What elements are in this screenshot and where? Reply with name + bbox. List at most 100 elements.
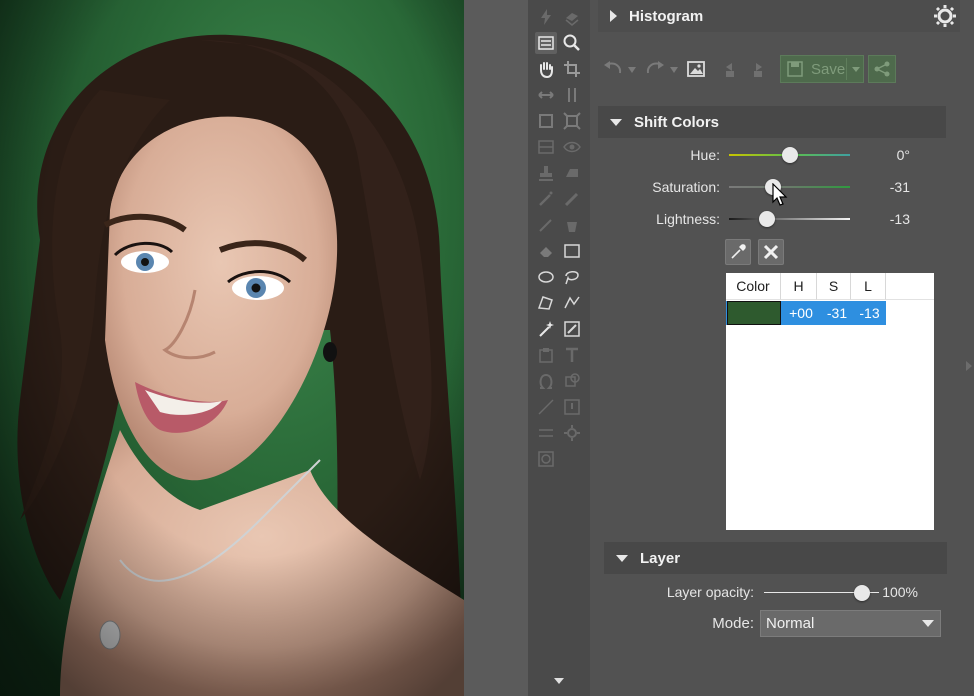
undo-icon[interactable] — [602, 60, 624, 78]
hue-label: Hue: — [690, 147, 720, 163]
close-icon — [763, 244, 779, 260]
collapse-arrow-icon — [610, 118, 622, 126]
zoom-icon[interactable] — [561, 32, 583, 54]
cell-h: +00 — [789, 305, 813, 321]
save-divider — [846, 58, 847, 80]
cell-l: -13 — [859, 305, 880, 321]
tool-strip — [528, 0, 590, 696]
stamp-icon[interactable] — [535, 162, 557, 184]
layer-title: Layer — [640, 549, 681, 567]
histogram-title: Histogram — [629, 7, 704, 25]
save-icon — [787, 61, 803, 77]
panel-collapse-icon[interactable] — [964, 358, 974, 374]
photo-canvas[interactable] — [0, 0, 464, 696]
save-button[interactable]: Save — [780, 55, 864, 83]
brush-icon[interactable] — [561, 188, 583, 210]
shape-icon[interactable] — [561, 370, 583, 392]
mode-select[interactable]: Normal — [760, 610, 941, 637]
share-button[interactable] — [868, 55, 896, 83]
undo-dropdown-icon[interactable] — [627, 66, 637, 74]
lasso-icon[interactable] — [561, 266, 583, 288]
lightness-slider[interactable] — [729, 211, 850, 227]
cell-s: -31 — [826, 305, 848, 321]
layer-header[interactable]: Layer — [604, 542, 947, 574]
settings-icon[interactable] — [933, 4, 957, 28]
column-header-empty — [886, 273, 934, 300]
mouse-cursor-icon — [772, 183, 788, 206]
eyedropper-button[interactable] — [725, 239, 751, 265]
lightning-icon[interactable] — [535, 6, 557, 28]
ellipse-select-icon[interactable] — [535, 266, 557, 288]
grid-lines-icon[interactable] — [535, 422, 557, 444]
magic-wand-icon[interactable] — [535, 318, 557, 340]
lightness-knob[interactable] — [758, 211, 775, 227]
selection-brush-icon[interactable] — [561, 318, 583, 340]
eye-icon[interactable] — [561, 136, 583, 158]
resize-horizontal-icon[interactable] — [535, 84, 557, 106]
layer-opacity-value: 100% — [882, 584, 918, 600]
shift-colors-header[interactable]: Shift Colors — [598, 106, 946, 138]
bucket-icon[interactable] — [561, 214, 583, 236]
saturation-label: Saturation: — [652, 179, 720, 195]
column-header-h[interactable]: H — [781, 273, 817, 300]
magnetic-lasso-icon[interactable] — [561, 292, 583, 314]
image-icon[interactable] — [686, 59, 706, 79]
text-icon[interactable] — [561, 344, 583, 366]
rect-select-icon[interactable] — [561, 240, 583, 262]
share-icon — [874, 61, 890, 77]
column-header-color[interactable]: Color — [726, 273, 781, 300]
hue-value: 0° — [896, 147, 910, 163]
vignette-icon[interactable] — [535, 448, 557, 470]
eyedropper-icon — [731, 244, 746, 259]
save-dropdown-icon[interactable] — [852, 67, 860, 72]
omega-icon[interactable] — [535, 370, 557, 392]
hue-slider[interactable] — [729, 147, 850, 163]
flip-right-icon[interactable] — [746, 59, 766, 79]
color-swatch[interactable] — [727, 301, 781, 325]
expand-arrow-icon — [610, 10, 617, 22]
hand-icon[interactable] — [535, 58, 557, 80]
crop-icon[interactable] — [561, 58, 583, 80]
lightness-value: -13 — [889, 211, 910, 227]
color-table[interactable]: Color H S L +00 -31 -13 — [726, 273, 934, 530]
resize-vertical-icon[interactable] — [561, 84, 583, 106]
portrait-photo — [0, 0, 464, 696]
redo-icon[interactable] — [644, 60, 666, 78]
line-icon[interactable] — [535, 396, 557, 418]
layer-opacity-label: Layer opacity: — [666, 584, 754, 600]
mode-label: Mode: — [712, 615, 754, 632]
column-header-l[interactable]: L — [851, 273, 886, 300]
column-header-s[interactable]: S — [817, 273, 851, 300]
canvas-gutter — [464, 0, 528, 696]
chevron-down-icon — [922, 620, 934, 627]
magic-brush-icon[interactable] — [535, 188, 557, 210]
flip-left-icon[interactable] — [722, 59, 742, 79]
lightness-track — [729, 218, 850, 220]
layer-opacity-slider[interactable] — [764, 585, 879, 601]
polygon-lasso-icon[interactable] — [535, 292, 557, 314]
shift-colors-title: Shift Colors — [634, 113, 719, 131]
saturation-value: -31 — [889, 179, 910, 195]
saturation-slider[interactable] — [729, 179, 850, 195]
paste-icon[interactable] — [535, 344, 557, 366]
eraser-icon[interactable] — [535, 240, 557, 262]
lightness-label: Lightness: — [656, 211, 720, 227]
frame-icon[interactable] — [561, 396, 583, 418]
histogram-header[interactable]: Histogram — [598, 0, 960, 32]
gradient-icon[interactable] — [535, 136, 557, 158]
eraser-stack-icon[interactable] — [561, 6, 583, 28]
canvas-size-icon[interactable] — [535, 110, 557, 132]
gear-tool-icon[interactable] — [561, 422, 583, 444]
remove-color-button[interactable] — [758, 239, 784, 265]
smudge-icon[interactable] — [561, 162, 583, 184]
tools-more-icon[interactable] — [552, 676, 566, 686]
collapse-arrow-icon — [616, 554, 628, 562]
adjustments-icon[interactable] — [535, 32, 557, 54]
hue-knob[interactable] — [781, 147, 798, 163]
transform-icon[interactable] — [561, 110, 583, 132]
pencil-icon[interactable] — [535, 214, 557, 236]
mode-value: Normal — [766, 615, 815, 632]
save-label: Save — [811, 61, 846, 78]
redo-dropdown-icon[interactable] — [669, 66, 679, 74]
saturation-track — [729, 186, 850, 188]
